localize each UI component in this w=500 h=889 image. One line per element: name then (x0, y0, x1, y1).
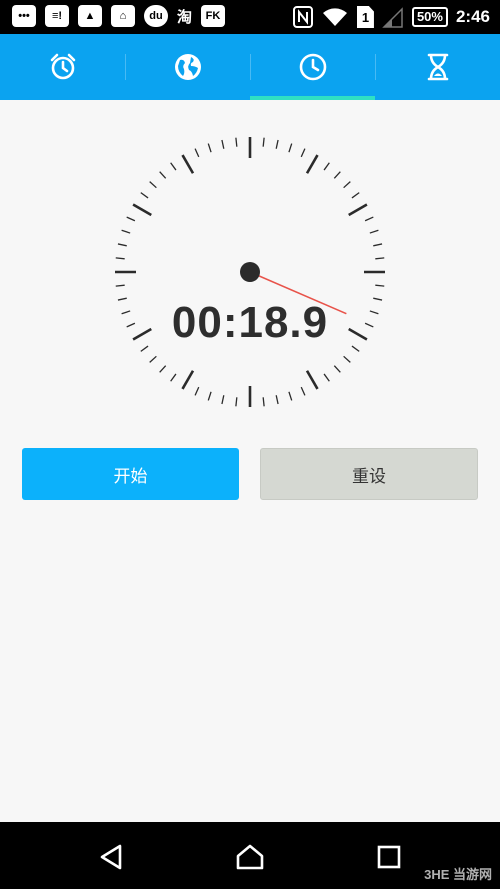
back-button[interactable] (91, 840, 131, 874)
dial-minor-tick (343, 181, 351, 189)
dial-minor-tick (115, 257, 125, 260)
globe-icon (174, 54, 201, 80)
dial-major-tick (181, 154, 195, 174)
alarm-clock-icon (50, 53, 75, 80)
dial-minor-tick (115, 284, 125, 287)
sim-card-icon: 1 (356, 6, 374, 28)
dial-minor-tick (375, 284, 385, 287)
back-icon (100, 844, 122, 870)
dial-minor-tick (300, 148, 306, 158)
dial-minor-tick (194, 386, 200, 396)
tab-alarm[interactable] (0, 34, 125, 100)
home-button[interactable] (230, 840, 270, 874)
dial-major-tick (181, 370, 195, 390)
dial-minor-tick (262, 137, 265, 147)
dial-minor-tick (140, 192, 149, 199)
dial-minor-tick (364, 216, 374, 222)
dial-minor-tick (343, 355, 351, 363)
dial-minor-tick (235, 137, 238, 147)
dial-minor-tick (221, 395, 225, 405)
navigation-bar: 3HE 当游网 (0, 822, 500, 889)
dial-minor-tick (333, 171, 341, 179)
chat-icon: ≡! (45, 5, 69, 27)
nfc-icon (292, 6, 313, 28)
notification-icons: ••• ≡! ▲ ⌂ du 淘 FK (12, 5, 226, 27)
battery-indicator: 50% (411, 7, 448, 27)
stopwatch-dial (115, 137, 385, 407)
dial-minor-tick (194, 148, 200, 158)
fk-icon: FK (201, 5, 226, 27)
status-bar: ••• ≡! ▲ ⌂ du 淘 FK 1 50% 2:46 (0, 0, 500, 34)
dial-minor-tick (375, 257, 385, 260)
dial-minor-tick (117, 243, 127, 247)
watermark: 3HE 当游网 (424, 867, 492, 882)
tab-timer[interactable] (375, 34, 500, 100)
taobao-icon: 淘 (177, 8, 193, 26)
start-button[interactable]: 开始 (22, 448, 239, 500)
dial-major-tick (132, 203, 152, 217)
dial-minor-tick (275, 395, 279, 405)
dial-minor-tick (170, 162, 177, 171)
clock-icon (299, 53, 326, 81)
dial-minor-tick (288, 143, 293, 153)
dial-minor-tick (221, 139, 225, 149)
dial-minor-tick (207, 391, 212, 401)
dial-minor-tick (262, 397, 265, 407)
dial-major-tick (305, 370, 319, 390)
gallery-icon: ▲ (78, 5, 102, 27)
status-time: 2:46 (455, 7, 490, 26)
dial-minor-tick (170, 373, 177, 382)
elapsed-time-display: 00:18.9 (171, 298, 329, 347)
dial-minor-tick (159, 365, 167, 373)
dial-minor-tick (323, 162, 330, 171)
dial-minor-tick (333, 365, 341, 373)
dial-minor-tick (373, 243, 383, 247)
baidu-icon: du (144, 5, 168, 27)
message-icon: ••• (12, 5, 36, 27)
dial-minor-tick (369, 229, 379, 234)
system-status: 1 50% 2:46 (292, 4, 490, 30)
wifi-icon (322, 8, 347, 26)
tab-world-clock[interactable] (125, 34, 250, 100)
recents-icon (377, 845, 401, 869)
recents-button[interactable] (369, 840, 409, 874)
dial-major-tick (305, 154, 319, 174)
hourglass-icon (427, 53, 448, 81)
dial-minor-tick (149, 355, 157, 363)
tab-stopwatch[interactable] (250, 34, 375, 100)
dial-major-tick (348, 203, 368, 217)
home-icon (236, 844, 264, 870)
dial-minor-tick (121, 229, 131, 234)
dial-center-pin (240, 262, 260, 282)
tab-bar (0, 34, 500, 100)
dial-minor-tick (275, 139, 279, 149)
car-icon: ⌂ (111, 5, 135, 27)
signal-icon (382, 7, 403, 28)
dial-minor-tick (126, 216, 136, 222)
dial-minor-tick (351, 192, 360, 199)
dial-minor-tick (149, 181, 157, 189)
dial-minor-tick (300, 386, 306, 396)
dial-minor-tick (288, 391, 293, 401)
dial-minor-tick (323, 373, 330, 382)
dial-minor-tick (207, 143, 212, 153)
reset-button[interactable]: 重设 (260, 448, 478, 500)
dial-minor-tick (235, 397, 238, 407)
dial-minor-tick (159, 171, 167, 179)
